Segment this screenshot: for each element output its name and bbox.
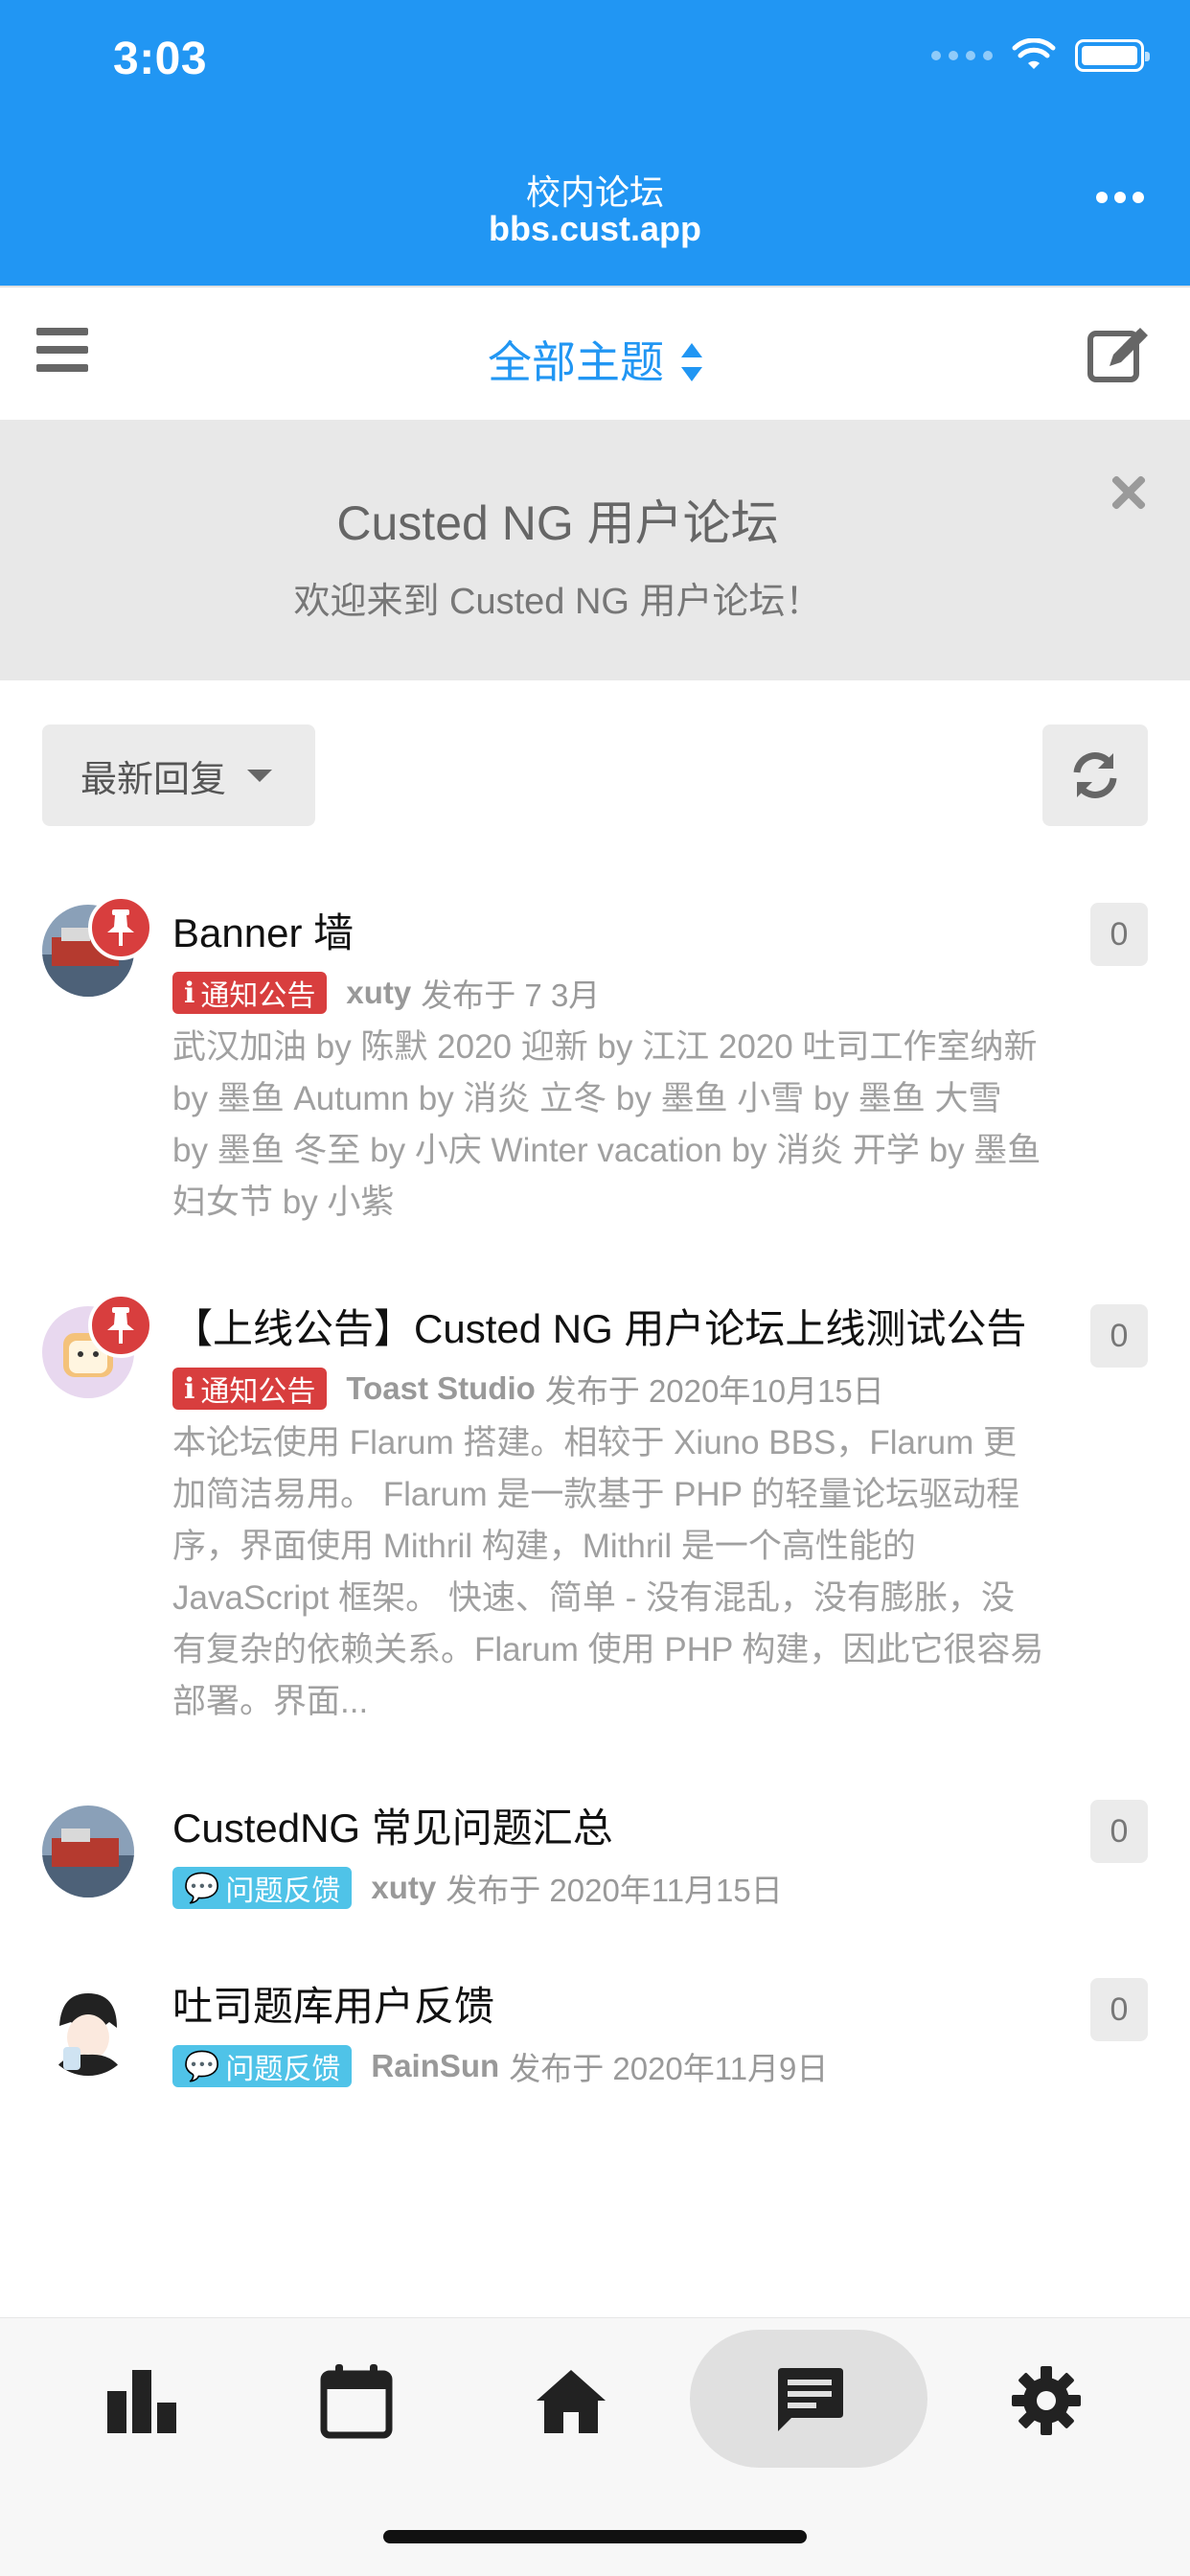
site-title: 校内论坛 (525, 172, 664, 212)
pinned-badge (88, 895, 153, 960)
comment-icon[interactable] (770, 2362, 847, 2439)
home-indicator[interactable] (383, 2530, 807, 2543)
author-name[interactable]: xuty (371, 1870, 436, 1906)
tag-label: 通知公告 (200, 980, 316, 1012)
reply-count: 0 (1090, 1800, 1148, 1863)
discussion-title[interactable]: 吐司题库用户反馈 (172, 1974, 494, 2033)
tag-notice[interactable]: ℹ 通知公告 (172, 1368, 328, 1410)
status-icons (931, 38, 1150, 73)
discussion-meta: 💬 问题反馈 RainSun 发布于 2020年11月9日 (172, 2043, 828, 2089)
home-icon[interactable] (533, 2362, 609, 2439)
gear-icon[interactable] (1008, 2362, 1085, 2439)
comments-icon: 💬 (184, 2050, 220, 2082)
cellular-signal-icon (931, 51, 993, 60)
discussion-meta: ℹ 通知公告 Toast Studio 发布于 2020年10月15日 (172, 1366, 884, 1412)
refresh-button[interactable] (1042, 724, 1148, 826)
sort-label: 最新回复 (80, 759, 227, 800)
caret-down-icon (247, 769, 273, 782)
discussion-title[interactable]: Banner 墙 (172, 901, 354, 959)
tag-feedback[interactable]: 💬 问题反馈 (172, 2045, 353, 2087)
hero-subtitle: 欢迎来到 Custed NG 用户论坛！ (293, 582, 822, 622)
app-header: 3:03 校内论坛 bbs.cust.app (0, 0, 1190, 286)
more-options-icon[interactable] (1096, 192, 1144, 203)
discussion-item[interactable]: Banner 墙 ℹ 通知公告 xuty 发布于 7 3月 武汉加油 by 陈默 … (0, 895, 1190, 1227)
discussion-item[interactable]: 【上线公告】Custed NG 用户论坛上线测试公告 ℹ 通知公告 Toast S… (0, 1293, 1190, 1737)
discussion-title[interactable]: CustedNG 常见问题汇总 (172, 1796, 613, 1854)
comments-icon: 💬 (184, 1872, 220, 1904)
hero-title: Custed NG 用户论坛 (336, 496, 779, 550)
reply-count: 0 (1090, 903, 1148, 966)
tag-label: 通知公告 (200, 1376, 316, 1408)
info-icon: ℹ (184, 1372, 195, 1405)
wifi-icon (1012, 38, 1056, 69)
thumbtack-icon (107, 909, 134, 946)
author-name[interactable]: Toast Studio (346, 1370, 535, 1407)
tag-label: 问题反馈 (225, 2054, 341, 2085)
discussion-item[interactable]: 吐司题库用户反馈 💬 问题反馈 RainSun 发布于 2020年11月9日 0 (0, 1974, 1190, 2099)
battery-icon (1075, 39, 1150, 72)
forum-toolbar: 全部主题 (0, 286, 1190, 420)
reply-count: 0 (1090, 1304, 1148, 1368)
tag-feedback[interactable]: 💬 问题反馈 (172, 1867, 353, 1909)
discussion-item[interactable]: CustedNG 常见问题汇总 💬 问题反馈 xuty 发布于 2020年11月1… (0, 1796, 1190, 1920)
sort-dropdown-button[interactable]: 最新回复 (42, 724, 315, 826)
post-time: 发布于 2020年10月15日 (544, 1373, 884, 1409)
author-name[interactable]: xuty (346, 975, 411, 1011)
calendar-icon[interactable] (318, 2362, 395, 2439)
discussion-excerpt: 本论坛使用 Flarum 搭建。相较于 Xiuno BBS，Flarum 更加简… (172, 1424, 1044, 1720)
welcome-hero: Custed NG 用户论坛 欢迎来到 Custed NG 用户论坛！ (0, 420, 1190, 680)
avatar[interactable] (42, 1806, 134, 1898)
post-time: 发布于 7 3月 (421, 978, 601, 1013)
discussion-title[interactable]: 【上线公告】Custed NG 用户论坛上线测试公告 (172, 1297, 1026, 1355)
reply-count: 0 (1090, 1978, 1148, 2041)
post-time: 发布于 2020年11月15日 (446, 1873, 783, 1908)
chart-bar-icon[interactable] (103, 2362, 180, 2439)
sort-arrows-icon (681, 342, 702, 381)
status-time: 3:03 (113, 34, 208, 84)
author-name[interactable]: RainSun (371, 2048, 499, 2084)
close-icon[interactable] (1110, 473, 1148, 512)
tag-label: 问题反馈 (225, 1875, 341, 1907)
tag-filter-dropdown[interactable]: 全部主题 (0, 328, 1190, 391)
post-time: 发布于 2020年11月9日 (509, 2051, 829, 2086)
tag-filter-label: 全部主题 (488, 337, 664, 387)
discussion-excerpt: 武汉加油 by 陈默 2020 迎新 by 江江 2020 吐司工作室纳新 by… (172, 1028, 1041, 1221)
discussion-meta: ℹ 通知公告 xuty 发布于 7 3月 (172, 970, 600, 1016)
site-url: bbs.cust.app (488, 209, 702, 248)
thumbtack-icon (107, 1307, 134, 1344)
compose-icon[interactable] (1087, 322, 1154, 383)
avatar[interactable] (42, 1984, 134, 2076)
info-icon: ℹ (184, 977, 195, 1009)
refresh-icon (1073, 752, 1117, 798)
pinned-badge (88, 1293, 153, 1358)
discussion-meta: 💬 问题反馈 xuty 发布于 2020年11月15日 (172, 1865, 783, 1911)
tag-notice[interactable]: ℹ 通知公告 (172, 972, 328, 1014)
